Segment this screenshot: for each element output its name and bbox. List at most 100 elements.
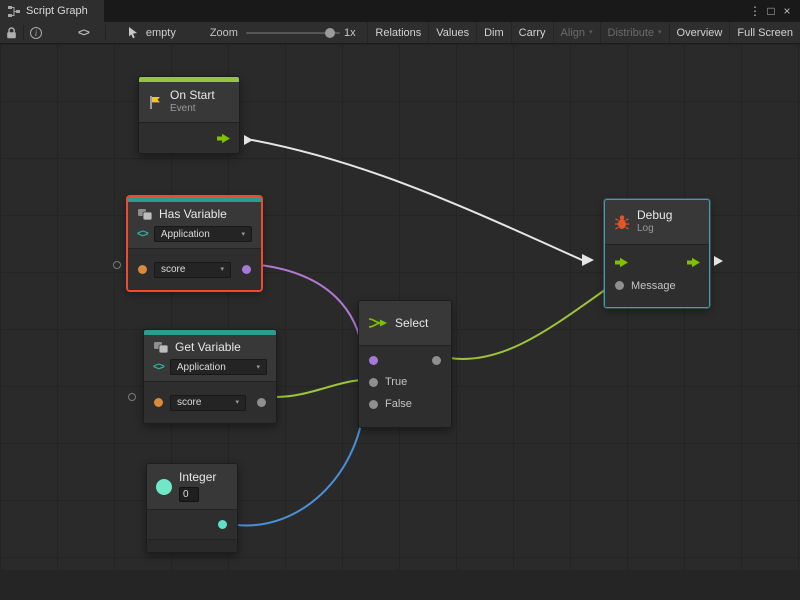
carry-button[interactable]: Carry [511,22,553,43]
graph-bounds-edge [0,570,800,600]
toolbar-divider [105,25,106,40]
window-controls: ⋮ □ × [747,0,800,22]
flow-continuation-icon [714,256,723,266]
selector-input-port[interactable] [369,356,378,365]
node-subtitle: Log [637,223,672,235]
zoom-label: Zoom [210,27,238,39]
graph-name: empty [146,27,176,39]
graph-breadcrumb[interactable]: empty [128,27,176,39]
node-body [139,122,239,153]
value-input-port[interactable] [138,265,147,274]
flow-output-port[interactable] [687,257,701,268]
edit-graph-icon[interactable]: <> [72,22,95,43]
align-dropdown[interactable]: Align ▾ [553,22,600,43]
port-label: False [385,398,412,410]
pointer-icon [128,27,141,39]
node-header: Has Variable <> Application ▾ [128,202,261,248]
edge-arrowhead [582,254,594,266]
variable-kind-icon: <> [153,361,164,373]
select-merge-icon [368,316,388,330]
values-button[interactable]: Values [428,22,476,43]
node-body: Message [605,244,709,307]
selection-output-port[interactable] [432,356,441,365]
dim-button[interactable]: Dim [476,22,511,43]
node-title: Integer [179,471,216,484]
true-input-port[interactable] [369,378,378,387]
node-title: Get Variable [175,341,241,354]
node-header: Get Variable <> Application ▾ [144,335,276,381]
false-input-port[interactable] [369,400,378,409]
flow-continuation-icon [244,135,253,145]
edge-getvariable-to-select-true[interactable] [276,380,362,397]
chevron-down-icon: ▾ [235,399,239,406]
close-icon[interactable]: × [779,0,795,22]
chevron-down-icon: ▾ [256,364,260,371]
toolbar-button-group: Relations Values Dim Carry Align ▾ Distr… [367,22,800,43]
chevron-down-icon: ▾ [658,29,662,36]
node-header: Integer [147,464,237,509]
port-label: Message [631,280,676,292]
variable-name-dropdown[interactable]: score ▾ [170,395,246,411]
node-footer [147,539,237,552]
node-body [147,509,237,539]
edge-onstart-to-debuglog[interactable] [252,140,582,260]
node-header: Select [359,301,451,345]
integer-type-icon [156,479,172,495]
flag-icon [148,95,163,110]
node-title: On Start [170,89,215,102]
overview-button[interactable]: Overview [669,22,730,43]
value-output-port[interactable] [218,520,227,529]
node-body: True False [359,345,451,427]
tab-script-graph[interactable]: Script Graph [0,0,104,22]
lock-icon[interactable] [0,22,23,43]
fullscreen-button[interactable]: Full Screen [729,22,800,43]
chevron-down-icon: ▾ [241,231,245,238]
node-header: On Start Event [139,82,239,122]
graph-toolbar: i <> empty Zoom 1x Relations Values Dim … [0,22,800,44]
relations-button[interactable]: Relations [367,22,428,43]
zoom-slider[interactable] [246,26,340,40]
inspector-icon[interactable]: i [24,22,48,43]
variables-icon [137,208,153,221]
tab-title: Script Graph [26,5,88,17]
edge-select-to-debuglog-message[interactable] [450,285,612,359]
distribute-dropdown[interactable]: Distribute ▾ [600,22,669,43]
node-integer[interactable]: Integer [146,463,238,553]
maximize-icon[interactable]: □ [763,0,779,22]
unconnected-port-icon[interactable] [128,393,136,401]
chevron-down-icon: ▾ [220,266,224,273]
integer-value-input[interactable] [179,487,199,502]
graph-canvas[interactable]: On Start Event Has Variable <> [0,44,800,600]
unconnected-port-icon[interactable] [113,261,121,269]
node-get-variable[interactable]: Get Variable <> Application ▾ score ▾ [143,329,277,424]
node-header: Debug Log [605,200,709,244]
node-select[interactable]: Select True False [358,300,452,428]
node-body: score ▾ [128,248,261,290]
port-label: True [385,376,407,388]
titlebar: Script Graph ⋮ □ × [0,0,800,22]
bug-icon [614,214,630,230]
flow-input-port[interactable] [615,257,629,268]
node-debug-log[interactable]: Debug Log Message [604,199,710,308]
variables-icon [153,341,169,354]
kebab-menu-icon[interactable]: ⋮ [747,0,763,22]
zoom-slider-knob[interactable] [325,28,335,38]
zoom-value: 1x [344,27,356,39]
node-subtitle: Event [170,103,215,115]
value-input-port[interactable] [154,398,163,407]
flow-output-port[interactable] [217,133,231,144]
message-input-port[interactable] [615,281,624,290]
value-output-port[interactable] [242,265,251,274]
variable-name-dropdown[interactable]: score ▾ [154,262,231,278]
node-body: score ▾ [144,381,276,423]
graph-icon [8,6,20,17]
node-on-start[interactable]: On Start Event [138,76,240,154]
node-title: Debug [637,209,672,222]
value-output-port[interactable] [257,398,266,407]
node-title: Has Variable [159,208,227,221]
chevron-down-icon: ▾ [589,29,593,36]
scope-dropdown[interactable]: Application ▾ [170,359,267,375]
scope-dropdown[interactable]: Application ▾ [154,226,252,242]
node-has-variable[interactable]: Has Variable <> Application ▾ score ▾ [127,196,262,291]
node-title: Select [395,317,428,330]
